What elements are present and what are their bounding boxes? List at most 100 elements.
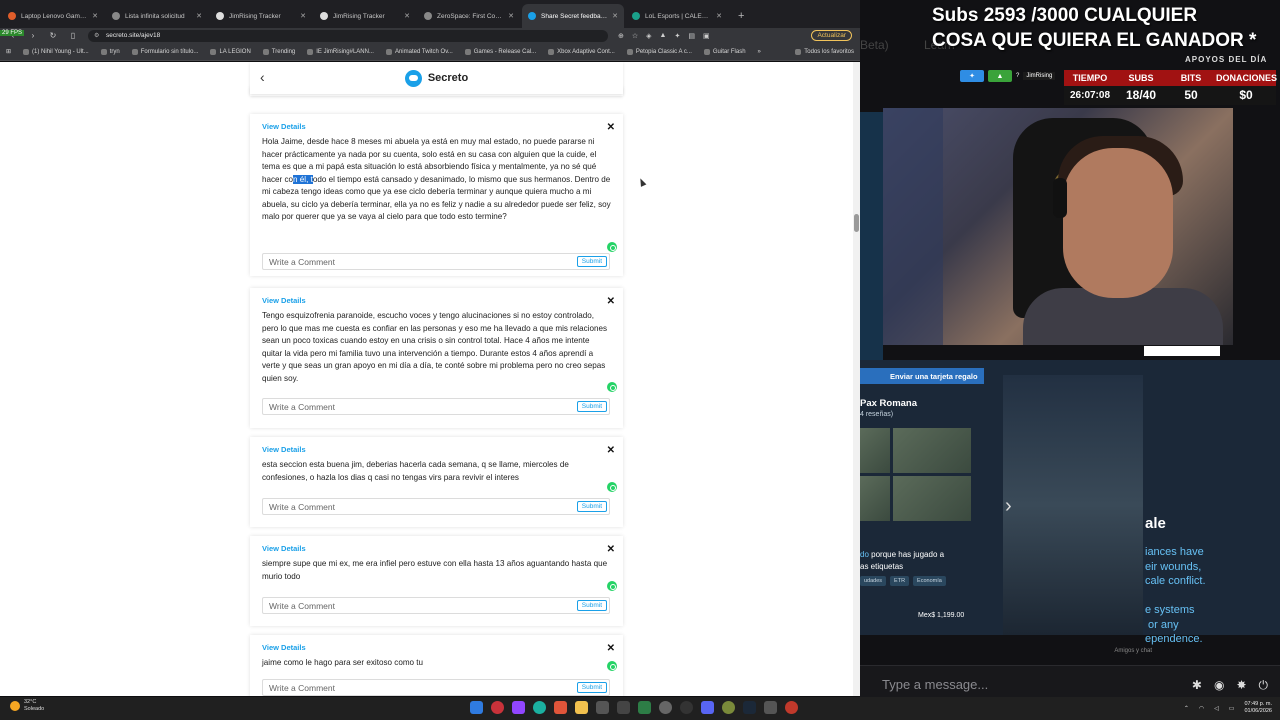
comment-field[interactable]: Write a Comment Submit [262, 398, 610, 415]
scrollbar-thumb[interactable] [854, 214, 859, 232]
whatsapp-share-icon[interactable] [607, 482, 617, 492]
view-details-link[interactable]: View Details [262, 643, 306, 652]
bookmark-item[interactable]: Games - Release Cal... [464, 48, 536, 55]
app-icon[interactable] [659, 701, 672, 714]
close-icon[interactable]: ✕ [607, 296, 615, 307]
close-icon[interactable]: ✕ [607, 445, 615, 456]
tab-close-icon[interactable]: ✕ [404, 12, 410, 20]
comment-field[interactable]: Write a Comment Submit [262, 253, 610, 270]
scrollbar-track[interactable] [853, 62, 860, 696]
tab-close-icon[interactable]: ✕ [92, 12, 98, 20]
obs-icon[interactable] [680, 701, 693, 714]
xbox-icon[interactable] [638, 701, 651, 714]
whatsapp-share-icon[interactable] [607, 581, 617, 591]
url-field[interactable]: ⚙ secreto.site/ajev18 [88, 29, 608, 42]
close-icon[interactable]: ✕ [607, 122, 615, 133]
app-icon[interactable] [722, 701, 735, 714]
bookmark-item[interactable]: Xbox Adaptive Cont... [548, 48, 615, 55]
folder-icon[interactable] [575, 701, 588, 714]
twitch-icon[interactable] [512, 701, 525, 714]
comment-field[interactable]: Write a Comment Submit [262, 679, 610, 696]
settings-icon[interactable]: ✱ [1192, 678, 1202, 693]
bug-icon[interactable]: ✸ [1236, 678, 1246, 693]
browser-tab[interactable]: LoL Esports | CALENDARIO ✕ [626, 4, 728, 28]
view-details-link[interactable]: View Details [262, 122, 306, 131]
sidebar-icon[interactable]: ▤ [688, 32, 695, 40]
browser-tab[interactable]: JimRising Tracker ✕ [210, 4, 312, 28]
discord-icon[interactable]: ◉ [1214, 678, 1224, 693]
submit-button[interactable]: Submit [576, 682, 607, 693]
bookmark-item[interactable]: Formulario sin título... [131, 48, 198, 55]
view-details-link[interactable]: View Details [262, 296, 306, 305]
edge-icon[interactable] [533, 701, 546, 714]
browser-tab[interactable]: Lista infinita solicitud ✕ [106, 4, 208, 28]
gift-card-button[interactable]: Enviar una tarjeta regalo [860, 368, 984, 384]
submit-button[interactable]: Submit [576, 600, 607, 611]
discord-icon[interactable] [701, 701, 714, 714]
whatsapp-share-icon[interactable] [607, 661, 617, 671]
view-details-link[interactable]: View Details [262, 445, 306, 454]
thumbnail[interactable] [860, 428, 890, 473]
close-icon[interactable]: ✕ [607, 544, 615, 555]
thumbnail[interactable] [860, 476, 890, 521]
tab-close-icon[interactable]: ✕ [612, 12, 618, 20]
forward-icon[interactable]: › [28, 31, 38, 40]
comment-field[interactable]: Write a Comment Submit [262, 597, 610, 614]
site-info-icon[interactable]: ⚙ [94, 32, 99, 39]
submit-button[interactable]: Submit [576, 501, 607, 512]
view-details-link[interactable]: View Details [262, 544, 306, 553]
bookmark-item[interactable]: Guitar Flash [703, 48, 746, 55]
steam-icon[interactable] [743, 701, 756, 714]
shield-icon[interactable]: ◈ [646, 32, 651, 40]
power-icon[interactable]: ⏻ [1259, 678, 1269, 693]
tab-close-icon[interactable]: ✕ [196, 12, 202, 20]
whatsapp-share-icon[interactable] [607, 242, 617, 252]
close-icon[interactable]: ✕ [607, 643, 615, 654]
brave-icon[interactable] [554, 701, 567, 714]
game-tag[interactable]: ETR [890, 576, 910, 586]
browser-tab[interactable]: JimRising Tracker ✕ [314, 4, 416, 28]
app-icon[interactable] [764, 701, 777, 714]
chat-input[interactable]: Type a message... ✱ ◉ ✸ ⏻ [860, 665, 1280, 697]
all-bookmarks[interactable]: Todos los favoritos [795, 48, 854, 55]
bookmark-item[interactable]: (1) Nihil Young - Ult... [23, 48, 89, 55]
new-tab-button[interactable]: + [728, 4, 754, 28]
game-tag[interactable]: udades [860, 576, 887, 586]
whatsapp-share-icon[interactable] [607, 382, 617, 392]
bookmark-item[interactable]: IE JimRising#LANN... [307, 48, 374, 55]
weather-widget[interactable]: 32°C Soleado [10, 699, 44, 713]
app-icon[interactable] [785, 701, 798, 714]
reload-icon[interactable]: ↻ [48, 31, 58, 40]
browser-tab[interactable]: ZeroSpace: First Contact Invit ✕ [418, 4, 520, 28]
tab-close-icon[interactable]: ✕ [508, 12, 514, 20]
bookmark-item[interactable]: Animated Twitch Ov... [385, 48, 453, 55]
bookmark-item[interactable]: LA LEGION [210, 48, 251, 55]
friends-chat-label[interactable]: Amigos y chat [1114, 648, 1152, 654]
start-icon[interactable] [470, 701, 483, 714]
submit-button[interactable]: Submit [576, 401, 607, 412]
app-icon[interactable] [617, 701, 630, 714]
battery-icon[interactable]: ▭ [1229, 705, 1235, 712]
volume-icon[interactable]: ◁ [1214, 705, 1219, 712]
apps-icon[interactable]: ⊞ [6, 48, 11, 55]
thumbnail[interactable] [893, 476, 971, 521]
bookmark-item[interactable]: Petopia Classic A c... [626, 48, 692, 55]
bookmark-item[interactable]: tryn [100, 48, 120, 55]
chevron-up-icon[interactable]: ⌃ [1184, 705, 1189, 712]
update-button[interactable]: Actualizar [811, 30, 852, 41]
game-tag[interactable]: Economía [913, 576, 946, 586]
app-icon[interactable] [596, 701, 609, 714]
app-icon[interactable] [491, 701, 504, 714]
wallet-icon[interactable]: ▣ [703, 32, 710, 40]
browser-tab[interactable]: Share Secret feedback about ✕ [522, 4, 624, 28]
wifi-icon[interactable]: ◠ [1199, 705, 1204, 712]
star-icon[interactable]: ☆ [632, 32, 638, 40]
bookmark-item[interactable]: Trending [262, 48, 295, 55]
puzzle-icon[interactable]: ✦ [674, 32, 680, 40]
bookmark-icon[interactable]: ▯ [68, 31, 78, 40]
thumbnail[interactable] [893, 428, 971, 473]
next-arrow-icon[interactable]: › [1005, 495, 1012, 518]
submit-button[interactable]: Submit [576, 256, 607, 267]
more-bookmarks-icon[interactable]: » [758, 49, 761, 55]
tab-close-icon[interactable]: ✕ [300, 12, 306, 20]
